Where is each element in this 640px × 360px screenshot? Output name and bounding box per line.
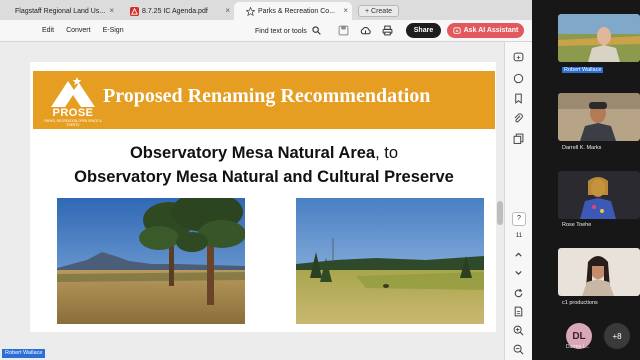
avatar-name: Darren L... [566,344,590,350]
participant-name: c1 productions [562,300,598,306]
print-icon[interactable] [382,25,393,36]
document-icon[interactable] [513,306,524,317]
participant-name: Rose Toehe [562,222,592,228]
zoom-out-icon[interactable] [513,344,524,355]
participant-name: Robert Wallace [562,67,604,73]
logo-wordmark: PROSE [52,107,94,119]
tab-parks-recreation[interactable]: Parks & Recreation Co... × [234,2,352,20]
refresh-icon[interactable] [513,288,524,299]
help-button[interactable]: ? [512,212,526,226]
prose-logo: PROSE PARKS, RECREATION OPEN SPACE & EVE… [43,73,103,128]
pages-icon[interactable] [513,133,524,144]
chevron-up-icon[interactable] [513,249,524,260]
acrobat-toolbar: Edit Convert E-Sign Find text or tools S… [0,20,532,42]
tab-label: Parks & Recreation Co... [258,7,336,15]
participant-name: Darrell K. Marks [562,145,602,151]
star-icon [246,6,255,16]
ai-sparkle-icon [453,26,461,34]
participant-video-robert-wallace[interactable] [558,14,640,62]
menu-esign[interactable]: E-Sign [103,27,124,34]
tab-label: 8.7.25 IC Agenda.pdf [142,7,208,15]
tab-label: Flagstaff Regional Land Us... [15,7,106,15]
ai-assistant-icon[interactable] [513,52,524,63]
find-label: Find text or tools [255,28,307,35]
participant-video-c1-productions[interactable] [558,248,640,296]
save-icon[interactable] [338,25,349,36]
pdf-icon [130,6,139,16]
close-icon[interactable]: × [343,6,348,15]
close-icon[interactable]: × [109,6,114,15]
ai-button-label: Ask AI Assistant [463,27,519,34]
find-tools[interactable]: Find text or tools [255,26,321,35]
zoom-in-icon[interactable] [513,325,524,336]
slide-title: Proposed Renaming Recommendation [103,85,431,107]
tab-ic-agenda[interactable]: 8.7.25 IC Agenda.pdf × [118,2,234,20]
slide-line-1: Observatory Mesa Natural Area, to [30,144,498,163]
meeting-window: Flagstaff Regional Land Us... × 8.7.25 I… [0,0,640,360]
photo-ponderosa-meadow [57,198,245,324]
scrollbar-thumb[interactable] [497,201,503,225]
ask-ai-assistant-button[interactable]: Ask AI Assistant [447,23,524,38]
upload-cloud-icon[interactable] [360,25,371,36]
right-tool-rail: ? 11 [504,42,532,360]
shared-screen: Flagstaff Regional Land Us... × 8.7.25 I… [0,0,532,360]
attachment-icon[interactable] [513,113,524,124]
menu-convert[interactable]: Convert [66,27,91,34]
pdf-page: PROSE PARKS, RECREATION OPEN SPACE & EVE… [30,62,498,332]
current-name: Observatory Mesa Natural Area [129,144,376,162]
participant-video-darrell-marks[interactable] [558,93,640,141]
connector-text: , to [375,144,399,162]
slide-banner: PROSE PARKS, RECREATION OPEN SPACE & EVE… [33,71,495,129]
photo-open-meadow [296,198,484,324]
browser-tab-bar: Flagstaff Regional Land Us... × 8.7.25 I… [0,0,532,20]
participant-video-rose-toehe[interactable] [558,171,640,219]
slide-line-2: Observatory Mesa Natural and Cultural Pr… [74,168,454,186]
close-icon[interactable]: × [225,6,230,15]
bookmark-icon[interactable] [513,93,524,104]
search-icon [312,26,321,35]
presenter-name-tag: Robert Wallace [2,349,46,358]
page-number: 11 [515,233,523,239]
menu-edit[interactable]: Edit [42,27,54,34]
comment-icon[interactable] [513,73,524,84]
share-button[interactable]: Share [406,23,441,38]
participant-gallery: Robert Wallace Darrell K. Marks Rose Toe… [532,0,640,360]
create-button[interactable]: + Create [358,5,400,17]
tab-flagstaff-land-use[interactable]: Flagstaff Regional Land Us... × [0,2,118,20]
logo-subtitle: PARKS, RECREATION OPEN SPACE & EVENTS [44,119,102,127]
more-participants-button[interactable]: +8 [604,323,630,349]
mountain-logo-icon [51,77,95,107]
chevron-down-icon[interactable] [513,267,524,278]
